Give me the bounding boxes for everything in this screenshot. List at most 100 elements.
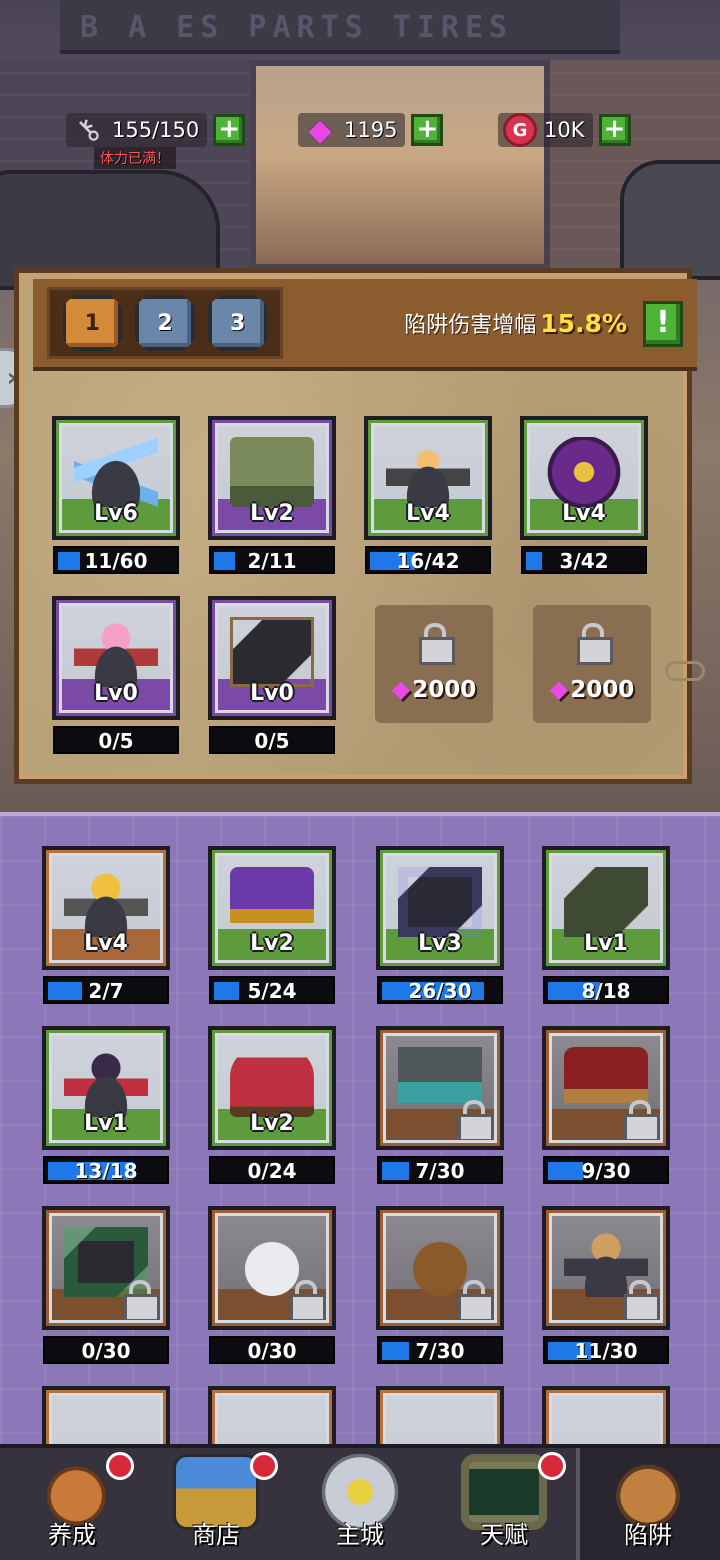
trap-level: Lv4 — [406, 501, 450, 526]
trap-collection-grid: Lv4 2/7 Lv2 5/24 Lv3 26/30 Lv1 8/18 Lv1 13/18 Lv2 0… — [0, 812, 720, 1446]
progress-text: 2/11 — [247, 549, 297, 573]
card-frame: Lv4 — [527, 423, 641, 533]
card-frame — [49, 1393, 163, 1446]
unlock-cost-value: 2000 — [412, 677, 477, 703]
trap-level: Lv1 — [584, 931, 628, 956]
loadout-tab-2[interactable]: 2 — [134, 295, 195, 351]
red-ninja-trap-card[interactable]: Lv1 — [42, 1026, 170, 1150]
trap-level: Lv0 — [94, 681, 138, 706]
progress-text: 11/30 — [574, 1339, 638, 1363]
loadout-tab-3[interactable]: 3 — [207, 295, 268, 351]
progress-text: 9/30 — [581, 1159, 631, 1183]
card-frame — [215, 1393, 329, 1446]
trap-progress-bar: 11/60 — [53, 546, 179, 574]
trap-card-partial[interactable] — [208, 1386, 336, 1446]
green-plate-trap-card[interactable] — [42, 1206, 170, 1330]
ice-spike-trap-card[interactable]: Lv6 — [52, 416, 180, 540]
shop-sign: B A ES PARTS TIRES — [60, 0, 620, 54]
rune-circle-trap-card[interactable]: Lv4 — [520, 416, 648, 540]
stone-gate-trap-card[interactable]: Lv2 — [208, 416, 336, 540]
gold-robot-trap-card[interactable] — [542, 1206, 670, 1330]
rune-circle-trap-icon — [542, 436, 626, 507]
lock-icon — [624, 1100, 660, 1140]
trap-damage-bonus: 陷阱伤害增幅 15.8% — [404, 307, 627, 339]
add-gold-button[interactable]: + — [598, 114, 631, 146]
mossy-vent-trap-card[interactable]: Lv1 — [542, 846, 670, 970]
pink-hair-trap-card[interactable]: Lv0 — [52, 596, 180, 720]
water-gate-trap-card[interactable] — [376, 1026, 504, 1150]
unlock-cost: ◆2000 — [375, 675, 493, 703]
trap-card-partial[interactable] — [376, 1386, 504, 1446]
bomb-dome-trap-card[interactable] — [376, 1206, 504, 1330]
trap-progress-bar: 7/30 — [377, 1336, 503, 1364]
progress-text: 26/30 — [408, 979, 472, 1003]
nav-tab-1[interactable]: 商店 — [144, 1448, 288, 1560]
shop-doorway — [250, 60, 550, 270]
unlock-cost-value: 2000 — [570, 677, 635, 703]
lock-icon — [577, 623, 613, 665]
bonus-info-button[interactable]: ! — [643, 301, 683, 347]
loadout-tab-1[interactable]: 1 — [62, 295, 123, 351]
lock-icon — [124, 1280, 160, 1320]
progress-text: 0/30 — [81, 1339, 131, 1363]
progress-text: 2/7 — [88, 979, 124, 1003]
progress-text: 7/30 — [415, 1339, 465, 1363]
blonde-turret-trap-icon — [386, 436, 470, 507]
stamina-full-notice: 体力已满！ — [94, 147, 176, 169]
trap-level: Lv2 — [250, 501, 294, 526]
nav-tab-0[interactable]: 养成 — [0, 1448, 144, 1560]
portal-pad-trap-card[interactable]: Lv3 — [376, 846, 504, 970]
nav-label: 天赋 — [480, 1521, 528, 1549]
dark-plate-trap-card[interactable]: Lv0 — [208, 596, 336, 720]
locked-trap-slot[interactable]: ◆2000 — [533, 605, 651, 723]
goggles-girl-trap-card[interactable]: Lv4 — [42, 846, 170, 970]
bonus-label: 陷阱伤害增幅 — [404, 313, 537, 338]
card-frame: Lv0 — [59, 603, 173, 713]
lock-icon — [624, 1280, 660, 1320]
trap-progress-bar: 26/30 — [377, 976, 503, 1004]
card-frame: Lv2 — [215, 423, 329, 533]
trap-progress-bar: 2/11 — [209, 546, 335, 574]
trap-progress-bar: 16/42 — [365, 546, 491, 574]
progress-text: 0/5 — [254, 729, 290, 753]
stone-gate-trap-icon — [230, 436, 314, 507]
nav-tab-2[interactable]: 主城 — [288, 1448, 432, 1560]
trap-progress-bar: 2/7 — [43, 976, 169, 1004]
progress-text: 0/30 — [247, 1339, 297, 1363]
nav-tab-4[interactable]: 陷阱 — [576, 1448, 720, 1560]
gem-icon: ◆ — [549, 675, 569, 703]
red-cannon-trap-card[interactable]: Lv2 — [208, 1026, 336, 1150]
crystal-dome-trap-card[interactable] — [208, 1206, 336, 1330]
gold-counter: G 10K + — [498, 110, 631, 150]
flame-launcher-trap-card[interactable] — [542, 1026, 670, 1150]
add-gems-button[interactable]: + — [411, 114, 444, 146]
trap-card-partial[interactable] — [42, 1386, 170, 1446]
furnace-trap-card[interactable]: Lv2 — [208, 846, 336, 970]
card-frame: Lv4 — [49, 853, 163, 963]
progress-text: 16/42 — [396, 549, 460, 573]
progress-text: 0/24 — [247, 1159, 297, 1183]
bottom-navigation: 养成 商店 主城 天赋 陷阱 — [0, 1444, 720, 1560]
nav-label: 养成 — [48, 1521, 96, 1549]
trap-progress-bar: 0/30 — [43, 1336, 169, 1364]
trap-level: Lv4 — [562, 501, 606, 526]
blonde-turret-trap-card[interactable]: Lv4 — [364, 416, 492, 540]
gold-value: 10K — [544, 118, 585, 142]
locked-trap-slot[interactable]: ◆2000 — [375, 605, 493, 723]
card-frame — [383, 1033, 497, 1143]
trap-progress-bar: 8/18 — [543, 976, 669, 1004]
trap-progress-bar: 11/30 — [543, 1336, 669, 1364]
add-stamina-button[interactable]: + — [213, 114, 246, 146]
lock-icon — [458, 1280, 494, 1320]
trap-card-partial[interactable] — [542, 1386, 670, 1446]
card-frame — [549, 1393, 663, 1446]
trap-level: Lv2 — [250, 1111, 294, 1136]
progress-text: 0/5 — [98, 729, 134, 753]
gem-icon: ◆ — [391, 675, 411, 703]
gem-icon: ◆ — [308, 112, 332, 148]
card-frame: Lv3 — [383, 853, 497, 963]
nav-label: 主城 — [336, 1521, 384, 1549]
nav-tab-3[interactable]: 天赋 — [432, 1448, 576, 1560]
unlock-cost: ◆2000 — [533, 675, 651, 703]
trap-progress-bar: 0/5 — [209, 726, 335, 754]
